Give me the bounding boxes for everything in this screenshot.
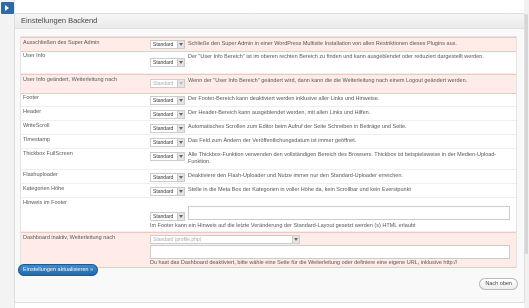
row-label: Flashuploader [23,172,58,178]
header-select[interactable]: Standard [150,110,185,119]
settings-row-writescroll: WriteScroll Standard Automatisches Scrol… [21,121,516,135]
row-label: Dashboard inaktiv, Weiterleitung nach [23,235,116,241]
chevron-down-icon [177,41,184,48]
save-settings-button[interactable]: Einstellungen aktualisieren » [18,264,99,276]
row-description: Das Feld zum Ändern der Veröffentlichung… [188,138,357,144]
chevron-down-icon [177,139,184,146]
footer-notice-textarea[interactable] [188,206,510,220]
row-label: User Info [23,53,46,59]
settings-row-user-info-redirect: User Info geändert, Weiterleitung nach S… [21,74,516,94]
settings-row-timestamp: Timestamp Standard Das Feld zum Ändern d… [21,135,516,149]
row-description: Stelle in die Meta Box der Kategorien in… [188,187,411,193]
row-label: Footer [23,95,39,101]
row-description: Du hast das Dashboard deaktiviert, bitte… [150,260,458,266]
row-label: Thickbox FullScreen [23,151,73,157]
back-to-top-button[interactable]: Nach oben [479,278,518,290]
settings-row-exclude-super-admin: Ausschließen des Super Admin Standard Sc… [21,37,516,52]
row-label: User Info geändert, Weiterleitung nach [23,77,118,83]
category-height-select[interactable]: Standard [150,187,185,196]
chevron-down-icon [177,125,184,132]
user-info-select[interactable]: Standard [150,58,185,67]
writescroll-select[interactable]: Standard [150,124,185,133]
chevron-down-icon [177,213,184,220]
settings-table: Ausschließen des Super Admin Standard Sc… [20,36,517,268]
chevron-down-icon [177,188,184,195]
settings-row-footer-notice: Hinweis im Footer Standard Im Footer kan… [21,198,516,232]
row-description: Der "User Info Bereich" ist im oberen re… [188,54,484,60]
panel-title: Einstellungen Backend [21,16,98,25]
settings-row-thickbox-fullscreen: Thickbox FullScreen Standard Alle Thickb… [21,149,516,170]
footer-select[interactable]: Standard [150,96,185,105]
settings-panel: Einstellungen Backend Ausschließen des S… [14,13,525,303]
row-description: Deaktiviere den Flash-Uploader und Nutze… [188,173,403,179]
chevron-down-icon [177,153,184,160]
settings-row-footer: Footer Standard Der Footer-Bereich kann … [21,93,516,107]
chevron-down-icon [177,80,184,87]
row-description: Schließe den Super Admin in einer WordPr… [188,41,457,47]
chevron-down-icon [292,236,299,243]
row-description: Automatisches Scrollen zum Editor beim A… [188,124,407,130]
user-info-redirect-select[interactable]: Standard [150,79,185,88]
thickbox-fullscreen-select[interactable]: Standard [150,152,185,161]
exclude-super-admin-select[interactable]: Standard [150,40,185,49]
row-description: Alle Thickbox-Funktion verwenden den vol… [188,152,497,165]
panel-header: Einstellungen Backend [15,14,524,29]
chevron-down-icon [177,59,184,66]
collapse-menu-icon[interactable] [1,2,14,14]
chevron-down-icon [177,111,184,118]
row-description: Der Footer-Bereich kann deaktiviert werd… [188,96,380,102]
row-label: Hinweis im Footer [23,200,68,206]
settings-row-header: Header Standard Der Header-Bereich kann … [21,107,516,121]
timestamp-select[interactable]: Standard [150,138,185,147]
row-label: Timestamp [23,137,50,143]
row-label: Kategorien Höhe [23,186,65,192]
chevron-down-icon [177,174,184,181]
scrollbar-thumb[interactable] [525,14,528,254]
flashuploader-select[interactable]: Standard [150,173,185,182]
row-label: Header [23,109,42,115]
admin-menu-strip [0,0,15,308]
dashboard-redirect-url-textarea[interactable] [150,245,510,259]
settings-row-user-info: User Info Standard Der "User Info Bereic… [21,51,516,74]
dashboard-redirect-select[interactable]: Standard (profile.php) [150,235,300,244]
row-description: Der Header-Bereich kann ausgeblendet wer… [188,110,371,116]
row-description: Wenn der "User Info Bereich" geändert wi… [188,78,468,84]
footer-notice-select[interactable]: Standard [150,212,185,221]
row-label: WriteScroll [23,123,50,129]
settings-row-category-height: Kategorien Höhe Standard Stelle in die M… [21,184,516,198]
settings-row-flashuploader: Flashuploader Standard Deaktiviere den F… [21,170,516,184]
chevron-down-icon [177,97,184,104]
settings-row-dashboard-redirect: Dashboard inaktiv, Weiterleitung nach St… [21,232,516,268]
row-label: Ausschließen des Super Admin [23,40,100,46]
row-description: Im Footer kann ein Hinweis auf die letzt… [150,223,416,229]
